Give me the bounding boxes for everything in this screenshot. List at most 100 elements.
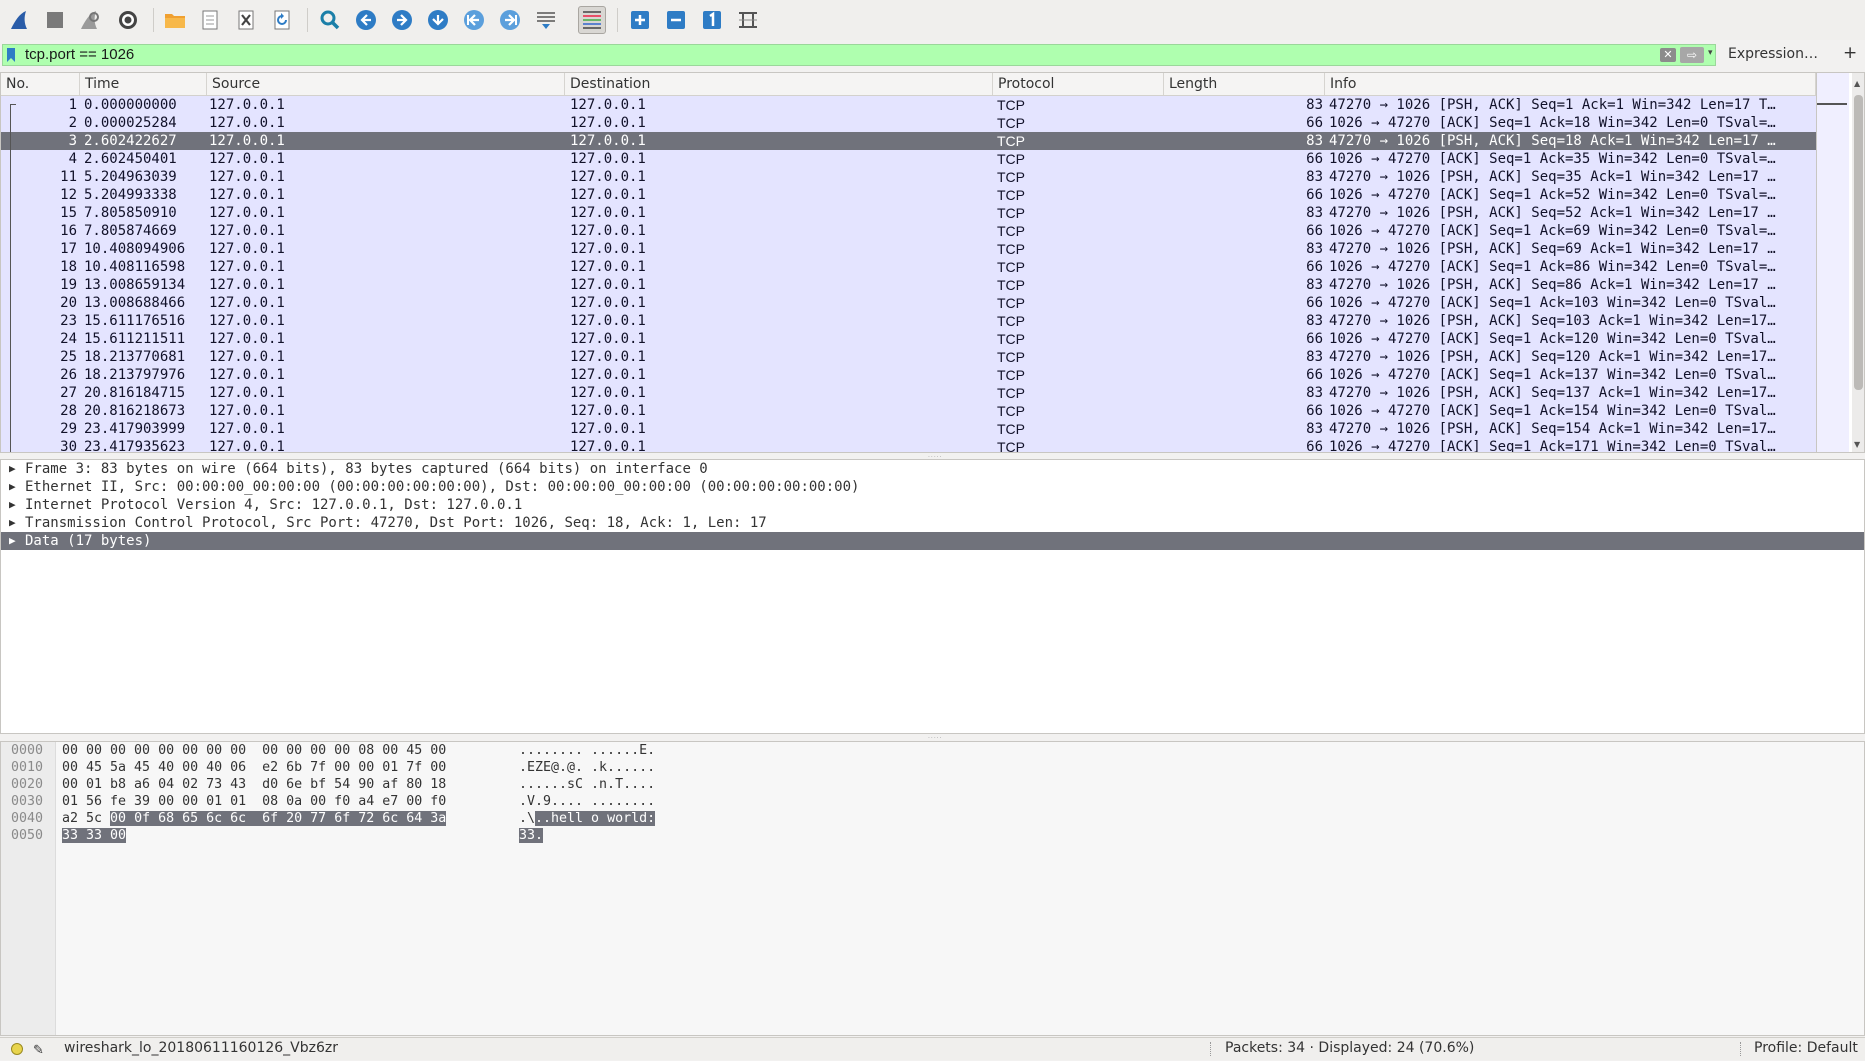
byte-hex[interactable]: a2 5c 00 0f 68 65 6c 6c 6f 20 77 6f 72 6…	[62, 810, 447, 827]
go-back-button[interactable]	[352, 6, 380, 34]
status-separator	[1210, 1042, 1212, 1056]
packet-row[interactable]: 16 7.805874669 127.0.0.1 127.0.0.1 TCP 66 1026…	[1, 222, 1816, 240]
column-header-source[interactable]: Source	[207, 73, 565, 95]
find-packet-button[interactable]	[316, 6, 344, 34]
column-header-time[interactable]: Time	[80, 73, 207, 95]
byte-hex[interactable]: 00 45 5a 45 40 00 40 06 e2 6b 7f 00 00 0…	[62, 759, 446, 776]
byte-hex[interactable]: 00 00 00 00 00 00 00 00 00 00 00 00 08 0…	[62, 742, 446, 759]
byte-ascii[interactable]: 33.	[519, 827, 544, 844]
packet-cell-time: 18.213770681	[84, 349, 186, 365]
apply-filter-icon[interactable]: ⇨	[1680, 47, 1704, 63]
resize-columns-button[interactable]	[734, 6, 762, 34]
byte-offset: 0010	[11, 760, 44, 775]
zoom-out-icon	[667, 11, 685, 29]
column-header-protocol[interactable]: Protocol	[993, 73, 1164, 95]
detail-row-data[interactable]: ▶ Data (17 bytes)	[1, 532, 1864, 550]
profile-selector[interactable]: Profile: Default	[1754, 1038, 1858, 1059]
display-filter-input[interactable]: tcp.port == 1026	[2, 44, 1716, 66]
expand-arrow-icon[interactable]: ▶	[9, 478, 16, 496]
packet-row[interactable]: 27 20.816184715 127.0.0.1 127.0.0.1 TCP 83 472…	[1, 384, 1816, 402]
byte-hex[interactable]: 01 56 fe 39 00 00 01 01 08 0a 00 f0 a4 e…	[62, 793, 446, 810]
open-file-button[interactable]	[161, 6, 189, 34]
bookmark-icon[interactable]	[7, 48, 15, 62]
autoscroll-button[interactable]	[532, 6, 560, 34]
packet-row[interactable]: 25 18.213770681 127.0.0.1 127.0.0.1 TCP 83 472…	[1, 348, 1816, 366]
close-file-button[interactable]	[232, 6, 260, 34]
expand-arrow-icon[interactable]: ▶	[9, 460, 16, 478]
restart-capture-button[interactable]	[76, 6, 104, 34]
pane-splitter[interactable]: ·····	[0, 734, 1865, 742]
packet-minimap[interactable]	[1816, 73, 1849, 452]
expand-arrow-icon[interactable]: ▶	[9, 532, 16, 550]
packet-list-scroll-thumb[interactable]	[1854, 95, 1863, 390]
packet-row[interactable]: 28 20.816218673 127.0.0.1 127.0.0.1 TCP 66 102…	[1, 402, 1816, 420]
packet-row[interactable]: 23 15.611176516 127.0.0.1 127.0.0.1 TCP 83 472…	[1, 312, 1816, 330]
packet-row[interactable]: 11 5.204963039 127.0.0.1 127.0.0.1 TCP 83 4727…	[1, 168, 1816, 186]
packet-row[interactable]: 18 10.408116598 127.0.0.1 127.0.0.1 TCP 66 102…	[1, 258, 1816, 276]
detail-row-ip[interactable]: ▶ Internet Protocol Version 4, Src: 127.…	[1, 496, 1864, 514]
zoom-out-button[interactable]	[662, 6, 690, 34]
reload-file-button[interactable]	[268, 6, 296, 34]
byte-ascii[interactable]: .EZE@.@. .k......	[519, 759, 655, 776]
first-packet-button[interactable]	[460, 6, 488, 34]
zoom-in-button[interactable]	[626, 6, 654, 34]
packet-cell-dst: 127.0.0.1	[570, 403, 646, 419]
byte-ascii[interactable]: .V.9.... ........	[519, 793, 655, 810]
packet-row[interactable]: 1 0.000000000 127.0.0.1 127.0.0.1 TCP 83 47270…	[1, 96, 1816, 114]
start-capture-button[interactable]	[6, 6, 34, 34]
packet-cell-dst: 127.0.0.1	[570, 421, 646, 437]
go-to-packet-button[interactable]	[424, 6, 452, 34]
packet-row[interactable]: 12 5.204993338 127.0.0.1 127.0.0.1 TCP 66 1026…	[1, 186, 1816, 204]
packet-cell-time: 2.602450401	[84, 151, 177, 167]
expert-info-led-icon[interactable]	[11, 1043, 23, 1055]
detail-row-ethernet[interactable]: ▶ Ethernet II, Src: 00:00:00_00:00:00 (0…	[1, 478, 1864, 496]
column-header-info[interactable]: Info	[1325, 73, 1816, 95]
packet-row[interactable]: 20 13.008688466 127.0.0.1 127.0.0.1 TCP 66 102…	[1, 294, 1816, 312]
detail-row-tcp[interactable]: ▶ Transmission Control Protocol, Src Por…	[1, 514, 1864, 532]
column-header-destination[interactable]: Destination	[565, 73, 993, 95]
packet-row[interactable]: 17 10.408094906 127.0.0.1 127.0.0.1 TCP 83 472…	[1, 240, 1816, 258]
byte-ascii[interactable]: .\..hell o world:	[519, 810, 656, 827]
column-header-length[interactable]: Length	[1164, 73, 1325, 95]
packet-row[interactable]: 4 2.602450401 127.0.0.1 127.0.0.1 TCP 66 1026 …	[1, 150, 1816, 168]
byte-ascii[interactable]: ........ ......E.	[519, 742, 655, 759]
packet-row[interactable]: 24 15.611211511 127.0.0.1 127.0.0.1 TCP 66 102…	[1, 330, 1816, 348]
arrow-right-circle-icon	[392, 10, 412, 30]
packet-row[interactable]: 2 0.000025284 127.0.0.1 127.0.0.1 TCP 66 1026 …	[1, 114, 1816, 132]
detail-row-frame[interactable]: ▶ Frame 3: 83 bytes on wire (664 bits), …	[1, 460, 1864, 478]
scroll-up-icon[interactable]: ▲	[1854, 79, 1860, 88]
byte-ascii[interactable]: ......sC .n.T....	[519, 776, 655, 793]
save-file-button[interactable]	[196, 6, 224, 34]
column-header-no[interactable]: No.	[1, 73, 80, 95]
packet-cell-len: 66	[1306, 403, 1323, 419]
status-separator	[1740, 1042, 1742, 1056]
add-filter-button[interactable]: +	[1843, 43, 1857, 63]
packet-cell-proto: TCP	[997, 259, 1025, 275]
scroll-down-icon[interactable]: ▼	[1854, 440, 1860, 449]
packet-row[interactable]: 29 23.417903999 127.0.0.1 127.0.0.1 TCP 83 472…	[1, 420, 1816, 438]
packet-row[interactable]: 15 7.805850910 127.0.0.1 127.0.0.1 TCP 83 4727…	[1, 204, 1816, 222]
normal-size-button[interactable]	[698, 6, 726, 34]
filter-history-dropdown-icon[interactable]: ▾	[1708, 48, 1713, 58]
expand-arrow-icon[interactable]: ▶	[9, 514, 16, 532]
packet-cell-no: 27	[60, 385, 77, 401]
packet-cell-time: 7.805850910	[84, 205, 177, 221]
capture-comment-icon[interactable]: ✎	[33, 1040, 44, 1061]
byte-hex[interactable]: 33 33 00	[62, 827, 127, 844]
stop-capture-button[interactable]	[41, 6, 69, 34]
last-packet-button[interactable]	[496, 6, 524, 34]
clear-filter-icon[interactable]: ✕	[1660, 48, 1676, 62]
go-forward-button[interactable]	[388, 6, 416, 34]
packet-cell-proto: TCP	[997, 421, 1025, 437]
packet-row[interactable]: 30 23.417935623 127.0.0.1 127.0.0.1 TCP 66 102…	[1, 438, 1816, 452]
packet-row[interactable]: 3 2.602422627 127.0.0.1 127.0.0.1 TCP 83 47270…	[1, 132, 1816, 150]
packet-row[interactable]: 26 18.213797976 127.0.0.1 127.0.0.1 TCP 66 102…	[1, 366, 1816, 384]
expand-arrow-icon[interactable]: ▶	[9, 496, 16, 514]
byte-hex[interactable]: 00 01 b8 a6 04 02 73 43 d0 6e bf 54 90 a…	[62, 776, 446, 793]
colorize-button[interactable]	[578, 6, 606, 34]
packet-cell-proto: TCP	[997, 349, 1025, 365]
packet-cell-no: 16	[60, 223, 77, 239]
expression-button[interactable]: Expression…	[1728, 46, 1818, 62]
capture-options-button[interactable]	[114, 6, 142, 34]
packet-row[interactable]: 19 13.008659134 127.0.0.1 127.0.0.1 TCP 83 472…	[1, 276, 1816, 294]
